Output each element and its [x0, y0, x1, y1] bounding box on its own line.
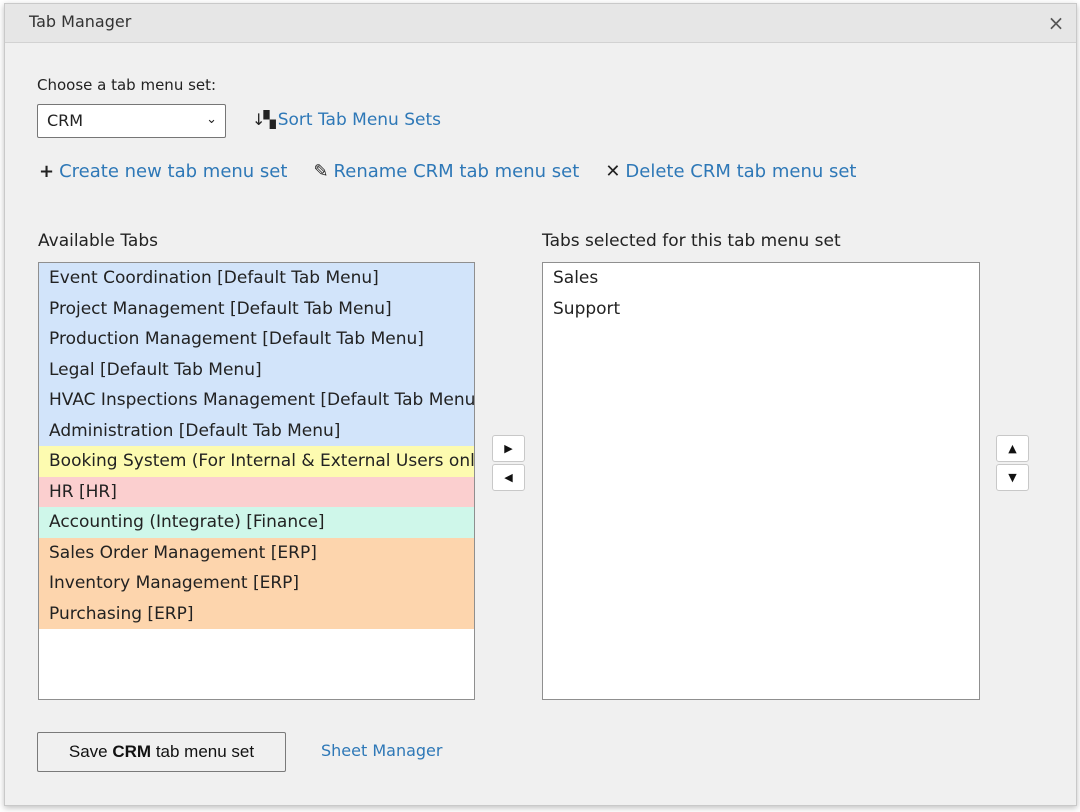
sort-tab-menu-sets-label: Sort Tab Menu Sets — [277, 110, 442, 130]
tab-menu-set-select[interactable]: CRM ⌄ — [37, 104, 226, 138]
sort-icon: ↓▚ — [252, 110, 276, 129]
chevron-down-icon: ⌄ — [206, 112, 217, 127]
close-icon[interactable]: × — [1046, 13, 1066, 33]
set-actions-row: + Create new tab menu set ✎ Rename CRM t… — [39, 161, 883, 182]
close-icon: ✕ — [605, 161, 621, 182]
delete-set-label: Delete CRM tab menu set — [625, 161, 857, 182]
available-tab-option[interactable]: Booking System (For Internal & External … — [39, 446, 474, 477]
choose-set-label: Choose a tab menu set: — [37, 76, 217, 94]
move-down-button[interactable]: ▼ — [996, 464, 1029, 491]
available-tab-option[interactable]: Project Management [Default Tab Menu] — [39, 293, 474, 324]
available-tab-option[interactable]: Legal [Default Tab Menu] — [39, 354, 474, 385]
available-tab-option[interactable]: Event Coordination [Default Tab Menu] — [39, 263, 474, 294]
create-set-link[interactable]: + Create new tab menu set — [39, 161, 287, 182]
available-tab-option[interactable]: Accounting (Integrate) [Finance] — [39, 507, 474, 538]
move-left-button[interactable]: ◀ — [492, 464, 525, 491]
available-tab-option[interactable]: Inventory Management [ERP] — [39, 568, 474, 599]
available-tab-option[interactable]: Production Management [Default Tab Menu] — [39, 324, 474, 355]
available-tabs-listbox[interactable]: Event Coordination [Default Tab Menu] Pro… — [38, 262, 475, 700]
create-set-label: Create new tab menu set — [59, 161, 288, 182]
rename-set-label: Rename CRM tab menu set — [333, 161, 580, 182]
edit-icon: ✎ — [313, 161, 329, 182]
dialog-titlebar: Tab Manager × — [5, 4, 1076, 43]
sheet-manager-link[interactable]: Sheet Manager — [321, 741, 442, 760]
delete-set-link[interactable]: ✕ Delete CRM tab menu set — [605, 161, 856, 182]
move-up-button[interactable]: ▲ — [996, 435, 1029, 462]
save-tab-menu-set-button[interactable]: Save CRM tab menu set — [37, 732, 286, 772]
available-tab-option[interactable]: Sales Order Management [ERP] — [39, 537, 474, 568]
save-button-prefix: Save — [68, 742, 113, 761]
tab-menu-set-selected-value: CRM — [47, 111, 84, 130]
selected-tab-option[interactable]: Support — [543, 294, 979, 325]
available-tab-option[interactable]: HR [HR] — [39, 476, 474, 507]
available-tab-option[interactable]: HVAC Inspections Management [Default Tab… — [39, 385, 474, 416]
selected-tabs-label: Tabs selected for this tab menu set — [542, 231, 841, 251]
tab-manager-dialog: Tab Manager × Choose a tab menu set: CRM… — [4, 3, 1077, 806]
selected-tabs-listbox[interactable]: Sales Support — [542, 262, 980, 700]
available-tab-option[interactable]: Administration [Default Tab Menu] — [39, 415, 474, 446]
rename-set-link[interactable]: ✎ Rename CRM tab menu set — [313, 161, 579, 182]
dialog-title: Tab Manager — [29, 12, 132, 31]
save-button-set-name: CRM — [112, 742, 152, 761]
save-button-suffix: tab menu set — [151, 742, 255, 761]
sort-tab-menu-sets-link[interactable]: ↓▚ Sort Tab Menu Sets — [252, 110, 441, 130]
available-tab-option[interactable]: Purchasing [ERP] — [39, 598, 474, 629]
plus-icon: + — [39, 161, 55, 182]
available-tabs-label: Available Tabs — [38, 231, 158, 251]
selected-tab-option[interactable]: Sales — [543, 263, 979, 294]
move-right-button[interactable]: ▶ — [492, 435, 525, 462]
